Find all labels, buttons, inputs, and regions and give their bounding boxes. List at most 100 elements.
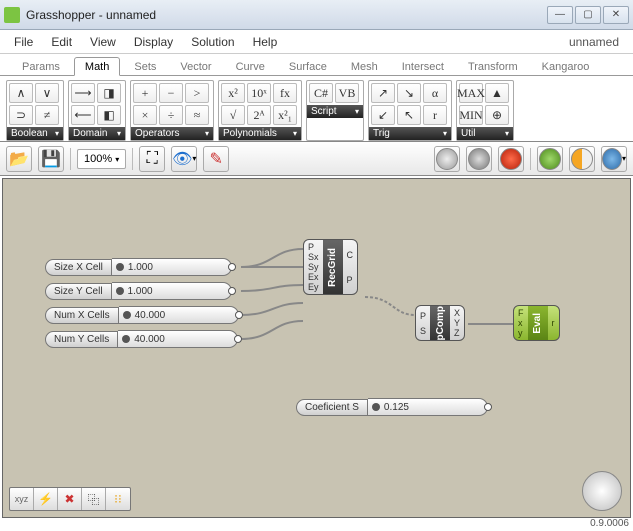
data-button[interactable]: ⁝⁝ <box>106 488 130 510</box>
slider-grip[interactable] <box>116 287 124 295</box>
output-port[interactable] <box>228 287 236 295</box>
component-pcomp[interactable]: PSpCompXYZ <box>415 305 465 341</box>
input-port[interactable]: P <box>420 311 426 321</box>
preview-mesh-button[interactable] <box>569 146 595 172</box>
preview-button[interactable]: 👁▾ <box>171 146 197 172</box>
cluster-button[interactable]: ⿻ <box>82 488 106 510</box>
selected-only-button[interactable] <box>498 146 524 172</box>
ribbon-tool[interactable]: 2ᴬ <box>247 105 271 125</box>
component-recgrid[interactable]: PSxSyExEyRecGridCP <box>303 239 358 295</box>
input-port[interactable]: y <box>518 328 524 338</box>
ribbon-group-label[interactable]: Script▾ <box>307 105 363 118</box>
slider-track[interactable]: 40.000 <box>118 330 238 348</box>
menu-file[interactable]: File <box>14 35 33 49</box>
lock-button[interactable]: ✖ <box>58 488 82 510</box>
zoom-select[interactable]: 100% ▾ <box>77 149 126 169</box>
ribbon-group-label[interactable]: Operators▾ <box>131 127 213 140</box>
minimize-button[interactable]: — <box>547 6 573 24</box>
input-port[interactable]: Sy <box>308 262 319 272</box>
number-slider[interactable]: Num X Cells40.000 <box>45 305 239 325</box>
output-port[interactable]: X <box>454 308 460 318</box>
ribbon-group-label[interactable]: Polynomials▾ <box>219 127 301 140</box>
ribbon-group-label[interactable]: Boolean▾ <box>7 127 63 140</box>
output-port[interactable]: P <box>347 275 354 285</box>
ribbon-tool[interactable]: ◧ <box>97 105 121 125</box>
ribbon-tool[interactable]: α <box>423 83 447 103</box>
ribbon-tool[interactable]: ⟵ <box>71 105 95 125</box>
ribbon-tool[interactable]: ▲ <box>485 83 509 103</box>
menu-view[interactable]: View <box>90 35 116 49</box>
xyz-button[interactable]: xyz <box>10 488 34 510</box>
sketch-button[interactable]: ✎ <box>203 146 229 172</box>
component-eval[interactable]: FxyEvalr <box>513 305 560 341</box>
slider-grip[interactable] <box>122 335 130 343</box>
input-port[interactable]: F <box>518 308 524 318</box>
canvas[interactable]: xyz ⚡ ✖ ⿻ ⁝⁝ Size X Cell1.000 Size Y Cell… <box>2 178 631 518</box>
ribbon-tool[interactable]: r <box>423 105 447 125</box>
ribbon-tool[interactable]: ∨ <box>35 83 59 103</box>
wireframe-button[interactable] <box>434 146 460 172</box>
slider-grip[interactable] <box>123 311 131 319</box>
ribbon-tool[interactable]: ↙ <box>371 105 395 125</box>
ribbon-group-label[interactable]: Util▾ <box>457 127 513 140</box>
output-port[interactable] <box>228 263 236 271</box>
output-port[interactable]: Z <box>454 328 460 338</box>
slider-track[interactable]: 1.000 <box>112 282 232 300</box>
output-port[interactable] <box>235 311 243 319</box>
input-port[interactable]: Sx <box>308 252 319 262</box>
tab-vector[interactable]: Vector <box>170 58 221 75</box>
tab-surface[interactable]: Surface <box>279 58 337 75</box>
output-port[interactable]: r <box>552 318 555 328</box>
ribbon-tool[interactable]: ↗ <box>371 83 395 103</box>
slider-track[interactable]: 1.000 <box>112 258 232 276</box>
ribbon-tool[interactable]: √ <box>221 105 245 125</box>
output-port[interactable]: Y <box>454 318 460 328</box>
slider-track[interactable]: 40.000 <box>119 306 239 324</box>
number-slider[interactable]: Num Y Cells40.000 <box>45 329 238 349</box>
solver-button[interactable]: ⚡ <box>34 488 58 510</box>
menu-edit[interactable]: Edit <box>51 35 72 49</box>
tab-kangaroo[interactable]: Kangaroo <box>532 58 600 75</box>
close-button[interactable]: ✕ <box>603 6 629 24</box>
ribbon-tool[interactable]: ◨ <box>97 83 121 103</box>
slider-grip[interactable] <box>372 403 380 411</box>
shaded-button[interactable] <box>466 146 492 172</box>
input-port[interactable]: Ex <box>308 272 319 282</box>
output-port[interactable] <box>484 403 492 411</box>
ribbon-tool[interactable]: ⊃ <box>9 105 33 125</box>
open-button[interactable]: 📂 <box>6 146 32 172</box>
output-port[interactable]: C <box>347 250 354 260</box>
preview-render-button[interactable]: ▾ <box>601 146 627 172</box>
input-port[interactable]: Ey <box>308 282 319 292</box>
ribbon-tool[interactable]: × <box>133 105 157 125</box>
ribbon-group-label[interactable]: Trig▾ <box>369 127 451 140</box>
slider-track[interactable]: 0.125 <box>368 398 488 416</box>
ribbon-tool[interactable]: C# <box>309 83 333 103</box>
number-slider[interactable]: Size X Cell1.000 <box>45 257 232 277</box>
menu-solution[interactable]: Solution <box>191 35 234 49</box>
tab-params[interactable]: Params <box>12 58 70 75</box>
tab-curve[interactable]: Curve <box>226 58 275 75</box>
ribbon-tool[interactable]: VB <box>335 83 359 103</box>
ribbon-tool[interactable]: x²₁ <box>273 105 297 125</box>
save-button[interactable]: 💾 <box>38 146 64 172</box>
tab-mesh[interactable]: Mesh <box>341 58 388 75</box>
output-port[interactable] <box>234 335 242 343</box>
ribbon-tool[interactable]: + <box>133 83 157 103</box>
ribbon-tool[interactable]: ↖ <box>397 105 421 125</box>
ribbon-group-label[interactable]: Domain▾ <box>69 127 125 140</box>
ribbon-tool[interactable]: ≠ <box>35 105 59 125</box>
input-port[interactable]: P <box>308 242 319 252</box>
ribbon-tool[interactable]: ⊕ <box>485 105 509 125</box>
ribbon-tool[interactable]: fx <box>273 83 297 103</box>
ribbon-tool[interactable]: MIN <box>459 105 483 125</box>
number-slider[interactable]: Size Y Cell1.000 <box>45 281 232 301</box>
ribbon-tool[interactable]: x² <box>221 83 245 103</box>
ribbon-tool[interactable]: ∧ <box>9 83 33 103</box>
slider-grip[interactable] <box>116 263 124 271</box>
ribbon-tool[interactable]: ≈ <box>185 105 209 125</box>
zoom-extents-button[interactable]: ⛶ <box>139 146 165 172</box>
ribbon-tool[interactable]: ÷ <box>159 105 183 125</box>
input-port[interactable]: x <box>518 318 524 328</box>
ribbon-tool[interactable]: MAX <box>459 83 483 103</box>
